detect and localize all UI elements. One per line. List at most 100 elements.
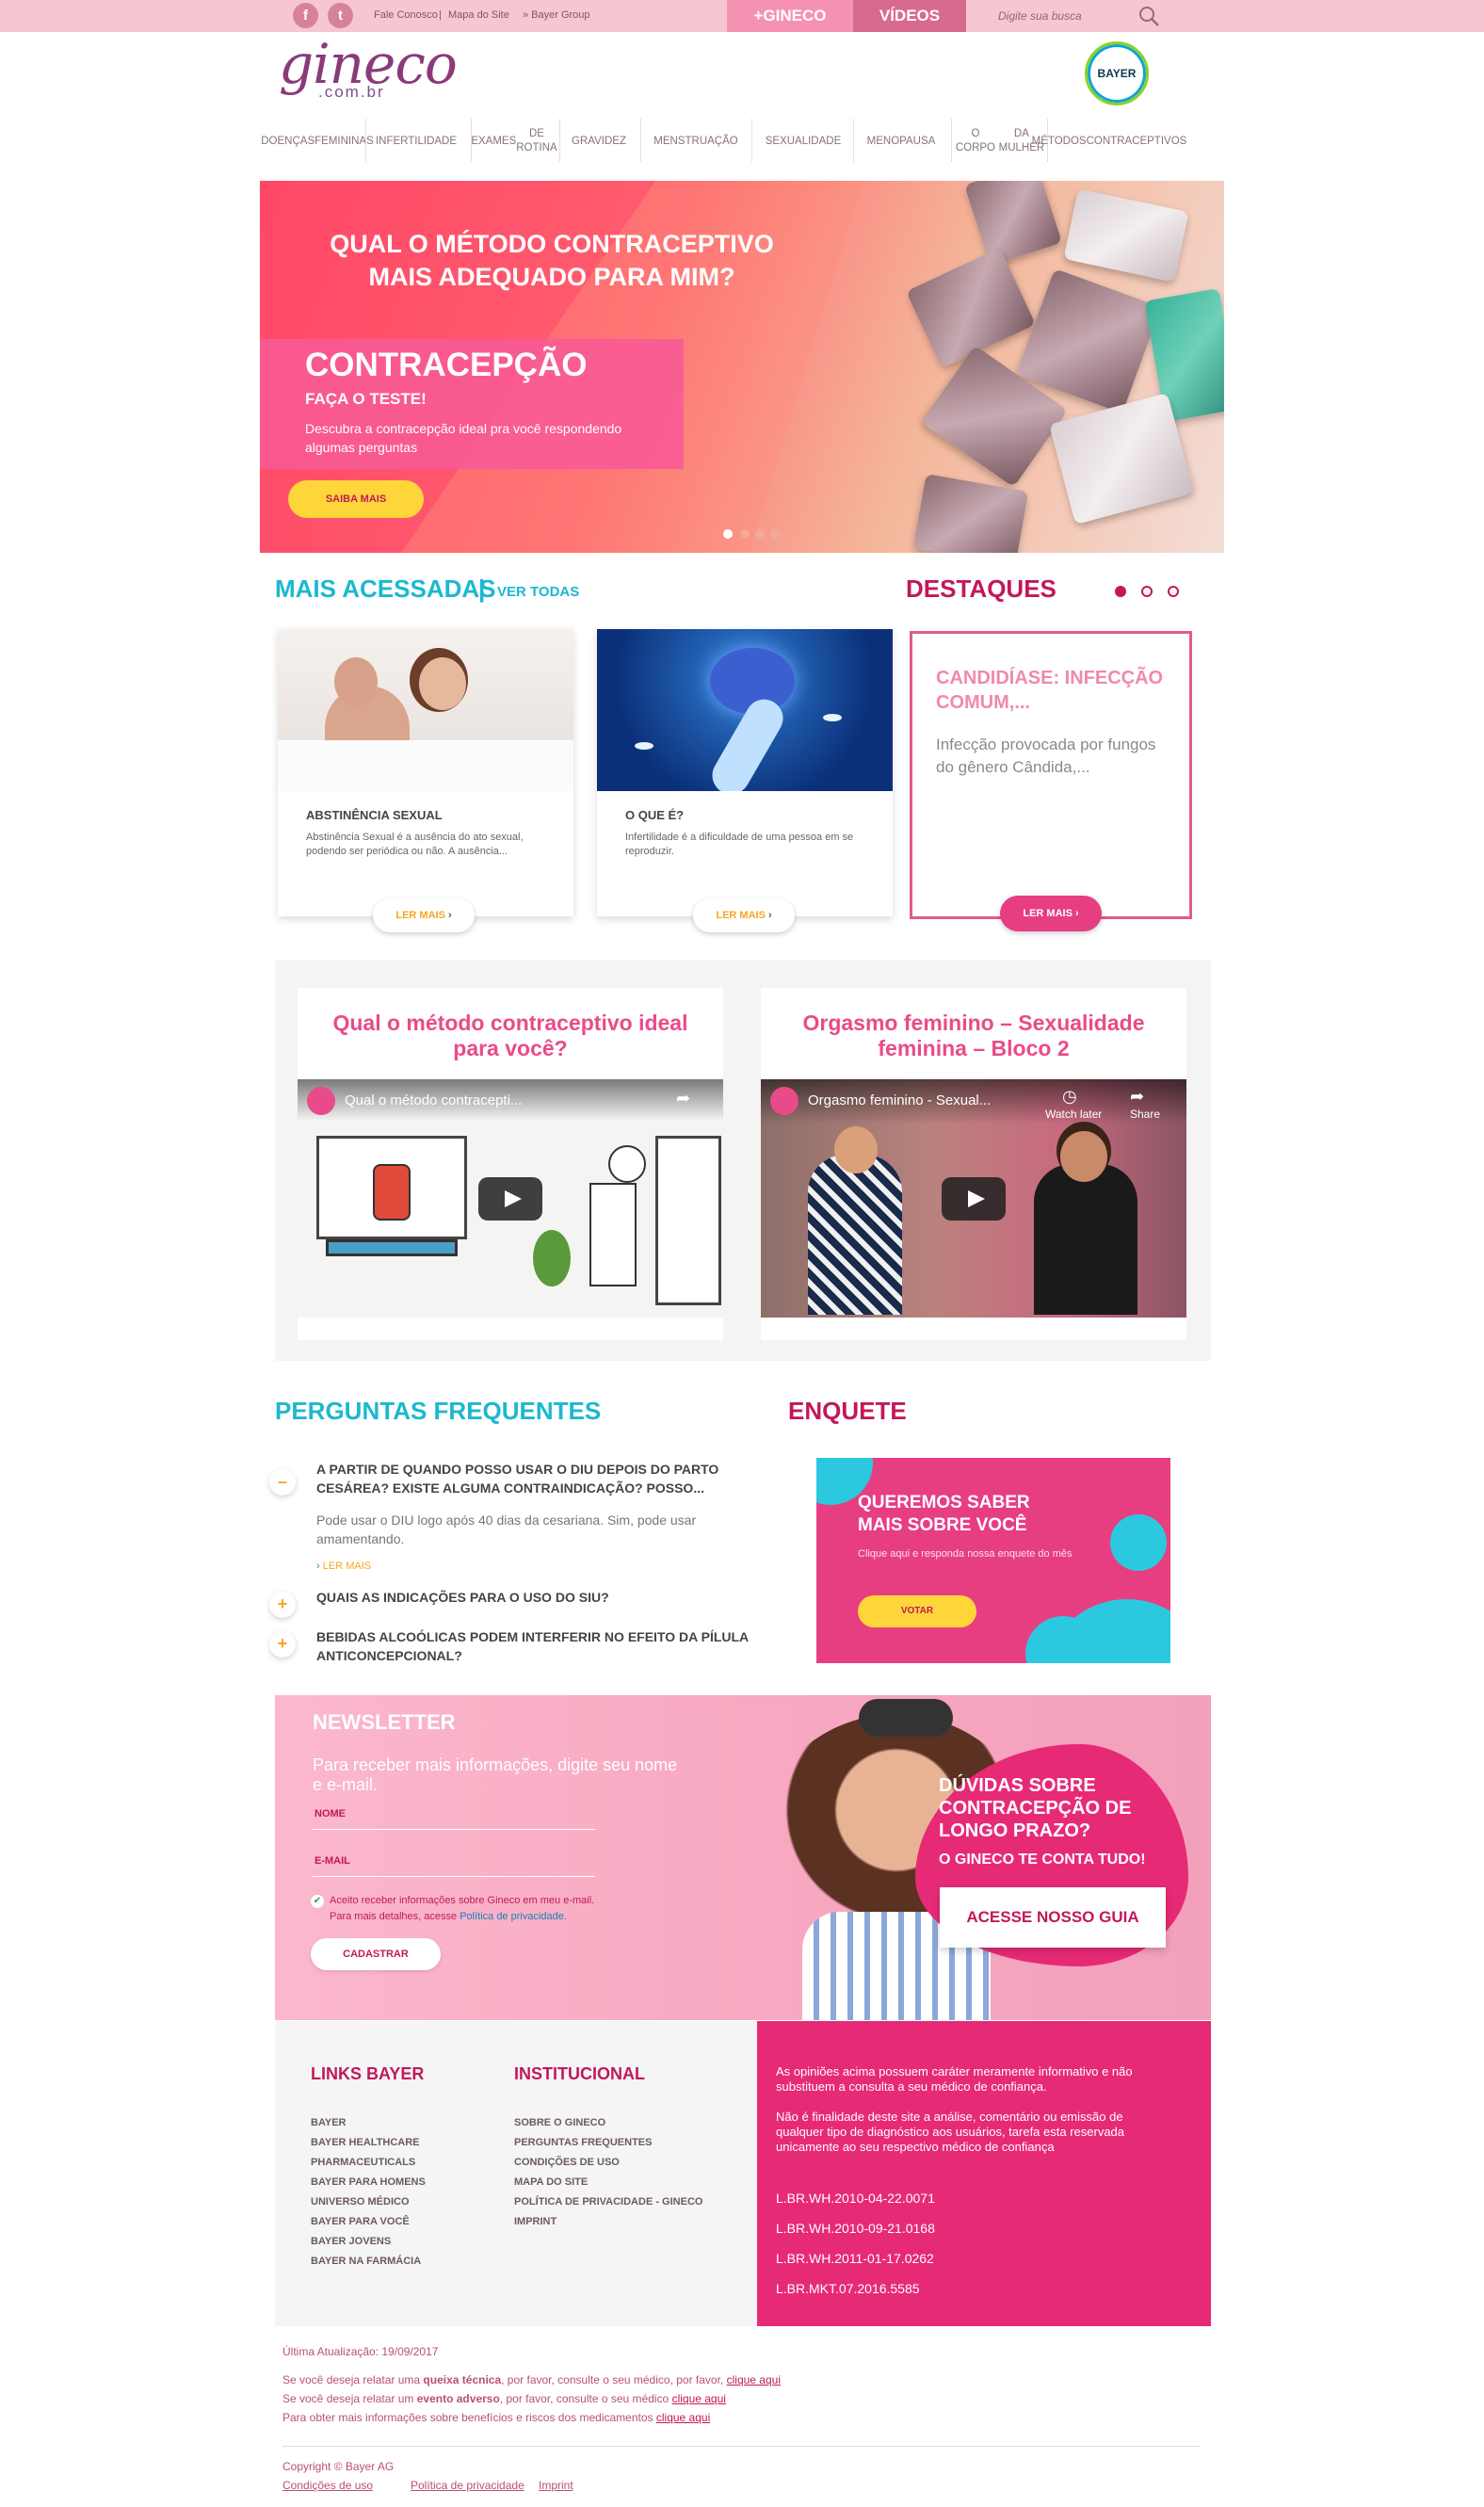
nav-exames[interactable]: EXAMES DE ROTINA — [471, 121, 556, 162]
play-icon[interactable] — [478, 1177, 542, 1221]
nav-divider — [559, 119, 560, 162]
nav-metodos[interactable]: MÉTODOS CONTRACEPTIVOS — [1032, 121, 1187, 162]
regulatory-code: L.BR.WH.2010-09-21.0168 — [776, 2221, 935, 2236]
twitter-icon[interactable]: t — [328, 3, 353, 28]
bayer-logo[interactable]: BAYER — [1085, 41, 1149, 105]
footer-link[interactable]: BAYER PARA HOMENS — [311, 2173, 426, 2192]
faq-ler-mais-link[interactable]: › LER MAIS — [316, 1561, 371, 1572]
cadastrar-button[interactable]: CADASTRAR — [311, 1938, 441, 1970]
clique-aqui-link[interactable]: clique aqui — [727, 2373, 781, 2386]
clique-aqui-link[interactable]: clique aqui — [672, 2392, 726, 2405]
ler-mais-button[interactable]: LER MAIS › — [693, 898, 795, 932]
faq-question[interactable]: A PARTIR DE QUANDO POSSO USAR O DIU DEPO… — [316, 1460, 750, 1497]
expand-icon[interactable]: + — [269, 1631, 296, 1658]
search-icon[interactable] — [1137, 5, 1160, 27]
carousel-dot[interactable] — [1141, 586, 1153, 597]
imprint-link[interactable]: Imprint — [539, 2479, 573, 2492]
nav-menstruacao[interactable]: MENSTRUAÇÃO — [646, 121, 746, 162]
video-player[interactable]: Orgasmo feminino - Sexual... ◷ Watch lat… — [761, 1079, 1186, 1318]
footer-link[interactable]: BAYER — [311, 2113, 426, 2133]
text: Se você deseja relatar um — [282, 2392, 417, 2405]
privacidade-link[interactable]: Política de privacidade — [411, 2479, 524, 2492]
carousel-dot[interactable] — [770, 529, 780, 539]
footer-link[interactable]: PHARMACEUTICALS — [311, 2153, 426, 2173]
disclaimer-text: As opiniões acima possuem caráter merame… — [776, 2064, 1133, 2094]
section-title-mais-acessadas: MAIS ACESSADAS — [275, 574, 496, 603]
footer-link[interactable]: BAYER JOVENS — [311, 2232, 426, 2252]
consent-text: Aceito receber informações sobre Gineco … — [330, 1895, 595, 1906]
bayer-group-link[interactable]: » Bayer Group — [523, 9, 590, 21]
nav-infertilidade[interactable]: INFERTILIDADE — [371, 121, 461, 162]
divider — [282, 2446, 1200, 2447]
ver-todas-link[interactable]: VER TODAS — [497, 584, 579, 600]
report-line: Se você deseja relatar uma queixa técnic… — [282, 2373, 781, 2386]
sitemap-link[interactable]: Mapa do Site — [448, 9, 509, 21]
consent-checkbox[interactable]: ✔ — [311, 1895, 324, 1908]
carousel-dot[interactable] — [740, 529, 750, 539]
footer-links: LINKS BAYER BAYER BAYER HEALTHCARE PHARM… — [275, 2021, 757, 2326]
nav-divider — [365, 119, 366, 162]
nav-gravidez[interactable]: GRAVIDEZ — [563, 121, 635, 162]
channel-avatar[interactable] — [307, 1087, 335, 1115]
nav-divider — [751, 119, 752, 162]
footer-link[interactable]: CONDIÇÕES DE USO — [514, 2153, 702, 2173]
consent-text-2: Para mais detalhes, acesse Política de p… — [330, 1911, 567, 1922]
votar-button[interactable]: VOTAR — [858, 1595, 976, 1627]
footer-link[interactable]: BAYER NA FARMÁCIA — [311, 2252, 426, 2272]
sunglasses-image — [859, 1699, 953, 1737]
nav-sexualidade[interactable]: SEXUALIDADE — [757, 121, 849, 162]
article-description: Infertilidade é a dificuldade de uma pes… — [625, 832, 854, 857]
email-field[interactable] — [313, 1876, 595, 1877]
article-card[interactable]: ABSTINÊNCIA SEXUAL Abstinência Sexual é … — [278, 629, 573, 916]
hero-saiba-mais-button[interactable]: SAIBA MAIS — [288, 480, 424, 518]
footer-link[interactable]: POLÍTICA DE PRIVACIDADE - GINECO — [514, 2192, 702, 2212]
player-title[interactable]: Orgasmo feminino - Sexual... — [808, 1092, 991, 1108]
footer-link[interactable]: BAYER PARA VOCÊ — [311, 2212, 426, 2232]
ler-mais-button[interactable]: LER MAIS › — [373, 898, 475, 932]
faq-question[interactable]: BEBIDAS ALCOÓLICAS PODEM INTERFERIR NO E… — [316, 1627, 750, 1665]
share-icon[interactable]: ➦ — [1130, 1087, 1144, 1107]
hero-banner[interactable]: QUAL O MÉTODO CONTRACEPTIVO MAIS ADEQUAD… — [260, 181, 1224, 553]
footer-link[interactable]: IMPRINT — [514, 2212, 702, 2232]
nav-menopausa[interactable]: MENOPAUSA — [857, 121, 945, 162]
acesse-guia-button[interactable]: ACESSE NOSSO GUIA — [940, 1887, 1166, 1948]
clock-icon[interactable]: ◷ — [1062, 1087, 1077, 1107]
footer-link[interactable]: PERGUNTAS FREQUENTES — [514, 2133, 702, 2153]
faq-question[interactable]: QUAIS AS INDICAÇÕES PARA O USO DO SIU? — [316, 1588, 750, 1607]
video-player[interactable]: Qual o método contracepti... ➦ — [298, 1079, 723, 1318]
footer-link[interactable]: SOBRE O GINECO — [514, 2113, 702, 2133]
footer-link[interactable]: UNIVERSO MÉDICO — [311, 2192, 426, 2212]
newsletter-description: Para receber mais informações, digite se… — [313, 1755, 678, 1794]
tab-gineco[interactable]: +GINECO — [727, 0, 853, 32]
share-label[interactable]: Share — [1130, 1108, 1160, 1121]
channel-avatar[interactable] — [770, 1087, 798, 1115]
nav-doencas[interactable]: DOENÇAS FEMININAS — [261, 121, 374, 162]
player-title[interactable]: Qual o método contracepti... — [345, 1092, 522, 1108]
facebook-icon[interactable]: f — [293, 3, 318, 28]
carousel-dot-active[interactable] — [1115, 586, 1126, 597]
destaque-card[interactable]: CANDIDÍASE: INFECÇÃO COMUM,... Infecção … — [910, 631, 1192, 919]
privacy-link[interactable]: Política de privacidade. — [460, 1911, 567, 1922]
play-icon[interactable] — [942, 1177, 1006, 1221]
clique-aqui-link[interactable]: clique aqui — [656, 2411, 710, 2424]
share-icon[interactable]: ➦ — [676, 1089, 690, 1108]
name-field[interactable] — [313, 1829, 595, 1830]
carousel-dot[interactable] — [1168, 586, 1179, 597]
tab-videos[interactable]: VÍDEOS — [853, 0, 966, 32]
email-label: E-MAIL — [315, 1855, 350, 1867]
expand-icon[interactable]: + — [269, 1592, 296, 1618]
footer-title-bayer: LINKS BAYER — [311, 2064, 425, 2083]
watch-later-label[interactable]: Watch later — [1045, 1108, 1102, 1121]
footer-link[interactable]: BAYER HEALTHCARE — [311, 2133, 426, 2153]
text-bold: evento adverso — [416, 2392, 500, 2405]
article-card[interactable]: O QUE É? Infertilidade é a dificuldade d… — [597, 629, 893, 916]
collapse-icon[interactable]: – — [269, 1469, 296, 1496]
poll-banner[interactable]: QUEREMOS SABER MAIS SOBRE VOCÊ Clique aq… — [816, 1458, 1170, 1663]
footer-link[interactable]: MAPA DO SITE — [514, 2173, 702, 2192]
condicoes-link[interactable]: Condições de uso — [282, 2479, 373, 2492]
contact-link[interactable]: Fale Conosco — [374, 9, 438, 21]
carousel-dot[interactable] — [755, 529, 765, 539]
illustration-doctor — [589, 1183, 637, 1286]
destaque-ler-mais-button[interactable]: LER MAIS › — [1000, 896, 1102, 931]
carousel-dot-active[interactable] — [723, 529, 733, 539]
